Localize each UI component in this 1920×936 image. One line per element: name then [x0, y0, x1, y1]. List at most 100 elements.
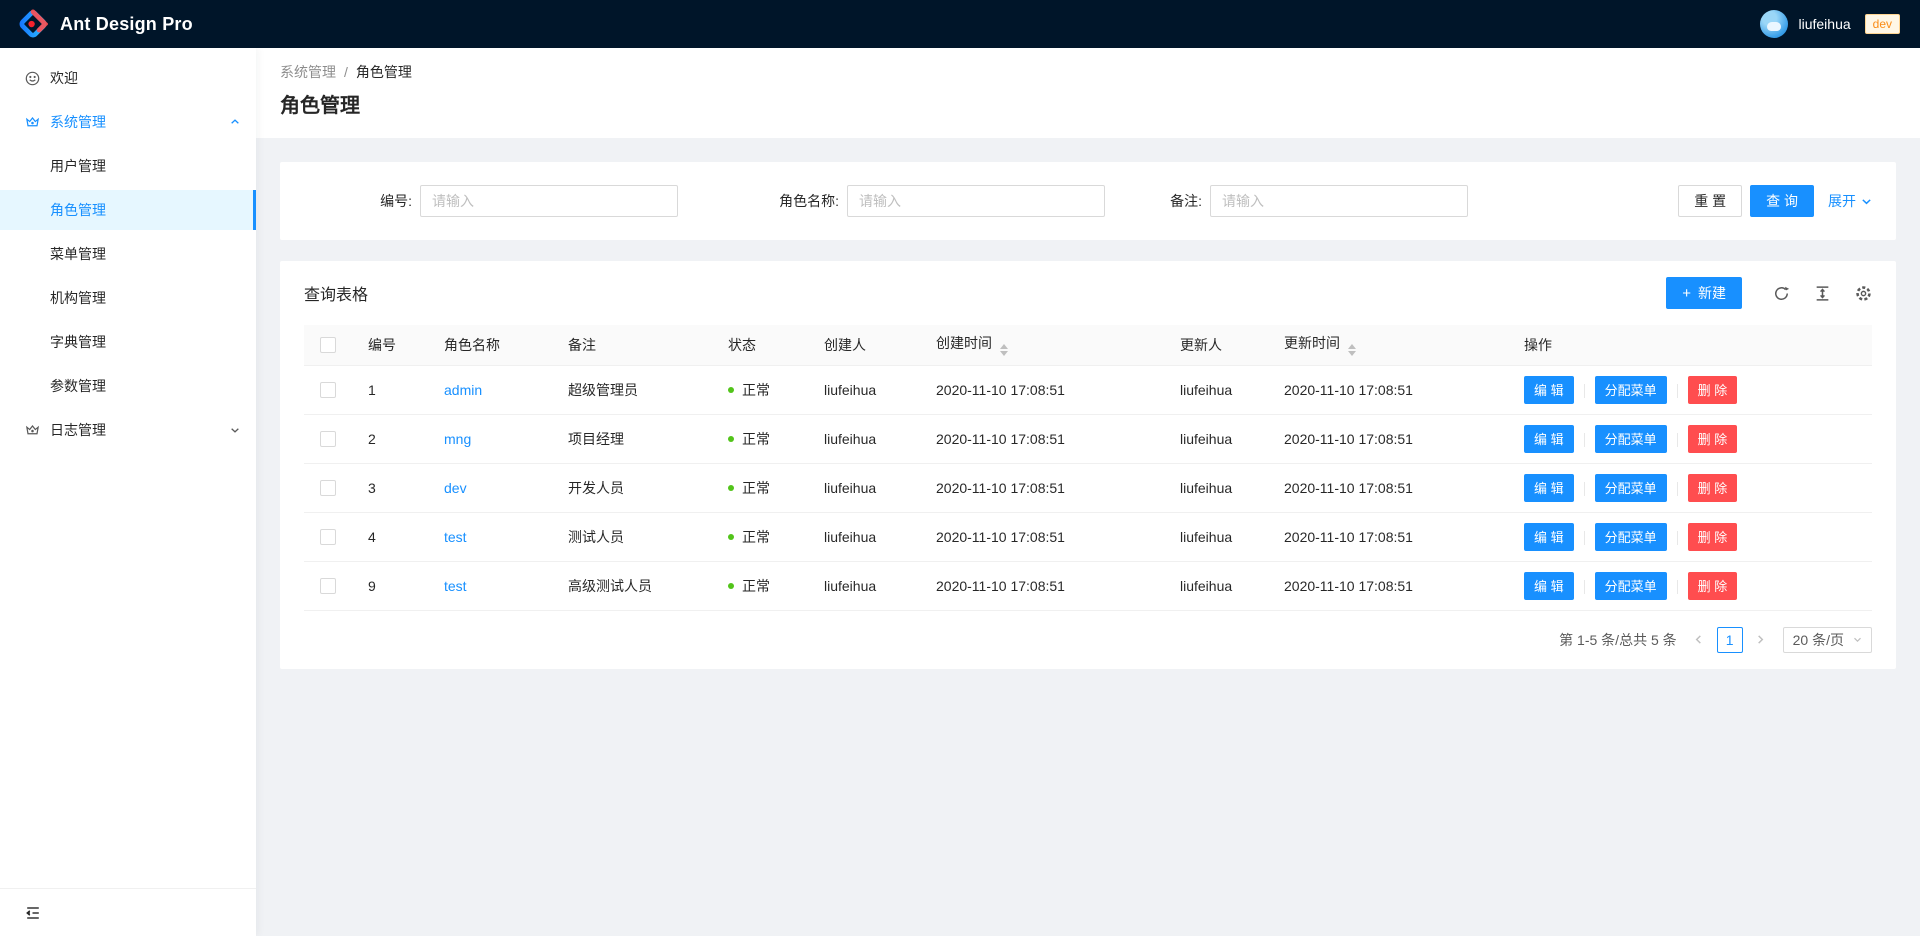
- search-actions: 重 置 查 询 展开: [1678, 185, 1872, 217]
- sidebar-group-label: 日志管理: [50, 420, 106, 440]
- page-number-button[interactable]: 1: [1717, 627, 1743, 653]
- reload-icon[interactable]: [1772, 284, 1790, 302]
- page-size-select[interactable]: 20 条/页: [1783, 627, 1872, 653]
- reset-button[interactable]: 重 置: [1678, 185, 1742, 217]
- action-divider: [1677, 384, 1678, 398]
- edit-button[interactable]: 编 辑: [1524, 572, 1574, 600]
- cell-remark: 项目经理: [552, 414, 712, 463]
- role-name-link[interactable]: test: [444, 529, 467, 545]
- id-input[interactable]: [420, 185, 678, 217]
- role-name-link[interactable]: mng: [444, 431, 471, 447]
- row-checkbox[interactable]: [320, 529, 336, 545]
- cell-created: 2020-11-10 17:08:51: [920, 414, 1164, 463]
- cell-updated: 2020-11-10 17:08:51: [1268, 512, 1508, 561]
- new-button-label: 新建: [1698, 283, 1726, 303]
- logo-home-link[interactable]: Ant Design Pro: [18, 9, 193, 39]
- delete-button[interactable]: 删 除: [1688, 572, 1738, 600]
- sidebar-group-logs[interactable]: 日志管理: [0, 410, 256, 450]
- cell-updated: 2020-11-10 17:08:51: [1268, 463, 1508, 512]
- sort-carets-icon[interactable]: [1348, 344, 1356, 356]
- col-name[interactable]: 角色名称: [428, 325, 552, 365]
- sidebar-item-menu-mgmt[interactable]: 菜单管理: [0, 234, 256, 274]
- chevron-up-icon: [230, 117, 240, 127]
- delete-button[interactable]: 删 除: [1688, 425, 1738, 453]
- sidebar-item-label: 参数管理: [50, 376, 106, 396]
- plus-icon: +: [1682, 286, 1691, 301]
- status-dot-icon: [728, 534, 734, 540]
- cell-updated: 2020-11-10 17:08:51: [1268, 365, 1508, 414]
- breadcrumb-current: 角色管理: [356, 62, 412, 82]
- row-checkbox[interactable]: [320, 431, 336, 447]
- assign-menu-button[interactable]: 分配菜单: [1595, 474, 1667, 502]
- next-page-icon[interactable]: [1749, 628, 1773, 652]
- column-height-icon[interactable]: [1813, 284, 1831, 302]
- menu-fold-icon[interactable]: [24, 904, 42, 922]
- sidebar-item-label: 欢迎: [50, 68, 78, 88]
- col-remark[interactable]: 备注: [552, 325, 712, 365]
- expand-toggle[interactable]: 展开: [1828, 191, 1872, 211]
- search-button[interactable]: 查 询: [1750, 185, 1814, 217]
- smile-icon: [24, 70, 40, 86]
- sidebar-item-param-mgmt[interactable]: 参数管理: [0, 366, 256, 406]
- chevron-down-icon: [1861, 196, 1872, 207]
- col-creator[interactable]: 创建人: [808, 325, 920, 365]
- delete-button[interactable]: 删 除: [1688, 523, 1738, 551]
- edit-button[interactable]: 编 辑: [1524, 523, 1574, 551]
- col-updater[interactable]: 更新人: [1164, 325, 1268, 365]
- delete-button[interactable]: 删 除: [1688, 474, 1738, 502]
- search-card: 编号: 角色名称: 备注: 重 置: [280, 162, 1896, 240]
- row-checkbox[interactable]: [320, 382, 336, 398]
- breadcrumb: 系统管理 / 角色管理: [280, 62, 1896, 82]
- action-divider: [1584, 531, 1585, 545]
- sort-carets-icon[interactable]: [1000, 344, 1008, 356]
- cell-creator: liufeihua: [808, 463, 920, 512]
- status-dot-icon: [728, 583, 734, 589]
- edit-button[interactable]: 编 辑: [1524, 376, 1574, 404]
- form-item-id: 编号:: [350, 185, 745, 217]
- cell-created: 2020-11-10 17:08:51: [920, 512, 1164, 561]
- status-label: 正常: [742, 380, 770, 400]
- assign-menu-button[interactable]: 分配菜单: [1595, 425, 1667, 453]
- user-avatar[interactable]: [1760, 10, 1788, 38]
- select-all-checkbox[interactable]: [320, 337, 336, 353]
- sidebar-menu: 欢迎 系统管理 用户管理 角色管: [0, 48, 256, 454]
- assign-menu-button[interactable]: 分配菜单: [1595, 376, 1667, 404]
- assign-menu-button[interactable]: 分配菜单: [1595, 572, 1667, 600]
- breadcrumb-separator: /: [344, 64, 348, 80]
- role-name-link[interactable]: admin: [444, 382, 482, 398]
- sidebar-item-dict-mgmt[interactable]: 字典管理: [0, 322, 256, 362]
- cell-updated: 2020-11-10 17:08:51: [1268, 414, 1508, 463]
- col-status[interactable]: 状态: [712, 325, 808, 365]
- sidebar-item-role-mgmt[interactable]: 角色管理: [0, 190, 256, 230]
- edit-button[interactable]: 编 辑: [1524, 425, 1574, 453]
- username-label: liufeihua: [1798, 16, 1850, 32]
- sidebar-group-system[interactable]: 系统管理: [0, 102, 256, 142]
- new-button[interactable]: + 新建: [1666, 277, 1742, 309]
- role-name-link[interactable]: test: [444, 578, 467, 594]
- col-updated[interactable]: 更新时间: [1268, 325, 1508, 365]
- header-user-area[interactable]: liufeihua dev: [1760, 10, 1900, 38]
- role-name-input[interactable]: [847, 185, 1105, 217]
- breadcrumb-root[interactable]: 系统管理: [280, 62, 336, 82]
- sidebar-item-org-mgmt[interactable]: 机构管理: [0, 278, 256, 318]
- delete-button[interactable]: 删 除: [1688, 376, 1738, 404]
- sidebar-item-user-mgmt[interactable]: 用户管理: [0, 146, 256, 186]
- prev-page-icon[interactable]: [1687, 628, 1711, 652]
- row-checkbox[interactable]: [320, 578, 336, 594]
- cell-id: 1: [352, 365, 428, 414]
- sidebar-item-welcome[interactable]: 欢迎: [0, 58, 256, 98]
- assign-menu-button[interactable]: 分配菜单: [1595, 523, 1667, 551]
- remark-input[interactable]: [1210, 185, 1468, 217]
- top-header: Ant Design Pro liufeihua dev: [0, 0, 1920, 48]
- col-id[interactable]: 编号: [352, 325, 428, 365]
- gear-icon[interactable]: [1854, 284, 1872, 302]
- cell-remark: 测试人员: [552, 512, 712, 561]
- col-created[interactable]: 创建时间: [920, 325, 1164, 365]
- row-checkbox[interactable]: [320, 480, 336, 496]
- table-header: 编号 角色名称 备注 状态 创建人 创建时间 更新人 更新时间 操作: [304, 325, 1872, 365]
- cell-remark: 高级测试人员: [552, 561, 712, 610]
- role-name-link[interactable]: dev: [444, 480, 467, 496]
- action-divider: [1584, 433, 1585, 447]
- edit-button[interactable]: 编 辑: [1524, 474, 1574, 502]
- action-divider: [1677, 580, 1678, 594]
